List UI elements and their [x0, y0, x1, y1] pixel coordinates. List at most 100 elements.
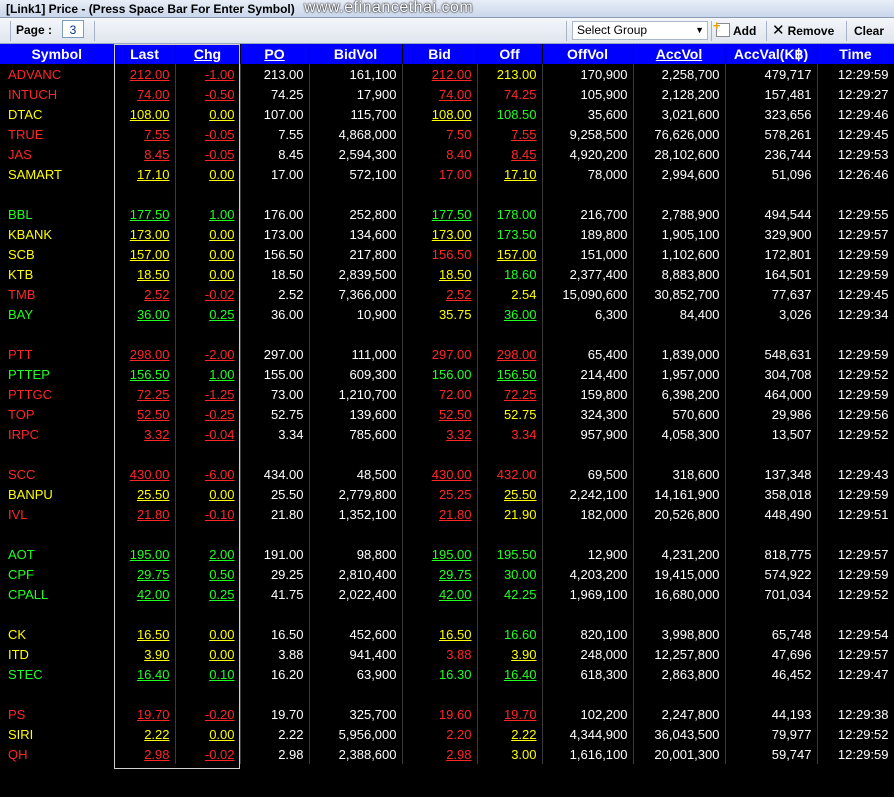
off-cell[interactable]: 2.22: [477, 724, 543, 744]
offvol-cell[interactable]: 618,300: [542, 664, 634, 684]
off-cell[interactable]: 42.25: [477, 584, 543, 604]
off-cell[interactable]: 18.60: [477, 264, 543, 284]
bid-cell[interactable]: 195.00: [402, 544, 478, 564]
accvol-cell[interactable]: 1,839,000: [633, 344, 726, 364]
table-row[interactable]: ITD 3.90 0.00 3.88 941,400 3.88 3.90 248,000 12,…: [0, 644, 894, 664]
accval-cell[interactable]: 818,775: [725, 544, 818, 564]
col-header-offvol[interactable]: OffVol: [542, 44, 634, 64]
empty-cell[interactable]: [725, 604, 818, 624]
symbol-cell[interactable]: BAY: [0, 304, 115, 324]
accval-cell[interactable]: 137,348: [725, 464, 818, 484]
accvol-cell[interactable]: 3,998,800: [633, 624, 726, 644]
symbol-cell[interactable]: PS: [0, 704, 115, 724]
table-row[interactable]: TRUE 7.55 -0.05 7.55 4,868,000 7.50 7.55 9,258,…: [0, 124, 894, 144]
symbol-cell[interactable]: IRPC: [0, 424, 115, 444]
table-row[interactable]: IVL 21.80 -0.10 21.80 1,352,100 21.80 21.90 182…: [0, 504, 894, 524]
symbol-cell[interactable]: BBL: [0, 204, 115, 224]
accvol-cell[interactable]: 2,128,200: [633, 84, 726, 104]
empty-cell[interactable]: [477, 324, 543, 344]
bidvol-cell[interactable]: 2,022,400: [309, 584, 403, 604]
bid-cell[interactable]: 2.98: [402, 744, 478, 764]
po-cell[interactable]: 3.88: [240, 644, 310, 664]
empty-cell[interactable]: [542, 524, 634, 544]
time-cell[interactable]: 12:29:59: [817, 564, 894, 584]
offvol-cell[interactable]: 248,000: [542, 644, 634, 664]
table-row[interactable]: BBL 177.50 1.00 176.00 252,800 177.50 178.00 21…: [0, 204, 894, 224]
bid-cell[interactable]: 8.40: [402, 144, 478, 164]
offvol-cell[interactable]: 1,969,100: [542, 584, 634, 604]
accval-cell[interactable]: 79,977: [725, 724, 818, 744]
last-cell[interactable]: 3.90: [114, 644, 176, 664]
off-cell[interactable]: 432.00: [477, 464, 543, 484]
table-row[interactable]: IRPC 3.32 -0.04 3.34 785,600 3.32 3.34 957,900 4…: [0, 424, 894, 444]
po-cell[interactable]: 25.50: [240, 484, 310, 504]
empty-cell[interactable]: [725, 684, 818, 704]
last-cell[interactable]: 36.00: [114, 304, 176, 324]
off-cell[interactable]: 3.34: [477, 424, 543, 444]
accvol-cell[interactable]: 1,957,000: [633, 364, 726, 384]
last-cell[interactable]: 430.00: [114, 464, 176, 484]
bidvol-cell[interactable]: 572,100: [309, 164, 403, 184]
accval-cell[interactable]: 494,544: [725, 204, 818, 224]
offvol-cell[interactable]: 78,000: [542, 164, 634, 184]
bid-cell[interactable]: 156.00: [402, 364, 478, 384]
empty-cell[interactable]: [114, 604, 176, 624]
last-cell[interactable]: 74.00: [114, 84, 176, 104]
empty-cell[interactable]: [114, 444, 176, 464]
col-header-symbol[interactable]: Symbol: [0, 44, 115, 64]
table-row[interactable]: PTTGC 72.25 -1.25 73.00 1,210,700 72.00 72.25 1…: [0, 384, 894, 404]
offvol-cell[interactable]: 105,900: [542, 84, 634, 104]
accval-cell[interactable]: 44,193: [725, 704, 818, 724]
bid-cell[interactable]: 74.00: [402, 84, 478, 104]
accvol-cell[interactable]: 6,398,200: [633, 384, 726, 404]
chg-cell[interactable]: -0.50: [175, 84, 241, 104]
empty-cell[interactable]: [633, 524, 726, 544]
chg-cell[interactable]: 0.00: [175, 164, 241, 184]
table-row[interactable]: SIRI 2.22 0.00 2.22 5,956,000 2.20 2.22 4,344,9…: [0, 724, 894, 744]
symbol-cell[interactable]: AOT: [0, 544, 115, 564]
empty-cell[interactable]: [633, 604, 726, 624]
po-cell[interactable]: 434.00: [240, 464, 310, 484]
empty-cell[interactable]: [633, 324, 726, 344]
po-cell[interactable]: 156.50: [240, 244, 310, 264]
offvol-cell[interactable]: 170,900: [542, 64, 634, 84]
bid-cell[interactable]: 108.00: [402, 104, 478, 124]
time-cell[interactable]: 12:26:46: [817, 164, 894, 184]
last-cell[interactable]: 156.50: [114, 364, 176, 384]
chg-cell[interactable]: 0.00: [175, 244, 241, 264]
po-cell[interactable]: 41.75: [240, 584, 310, 604]
offvol-cell[interactable]: 214,400: [542, 364, 634, 384]
col-header-po[interactable]: PO: [240, 44, 310, 64]
offvol-cell[interactable]: 4,203,200: [542, 564, 634, 584]
bid-cell[interactable]: 52.50: [402, 404, 478, 424]
bidvol-cell[interactable]: 98,800: [309, 544, 403, 564]
offvol-cell[interactable]: 182,000: [542, 504, 634, 524]
bid-cell[interactable]: 25.25: [402, 484, 478, 504]
bidvol-cell[interactable]: 1,352,100: [309, 504, 403, 524]
accvol-cell[interactable]: 1,905,100: [633, 224, 726, 244]
empty-cell[interactable]: [817, 444, 894, 464]
time-cell[interactable]: 12:29:45: [817, 124, 894, 144]
symbol-cell[interactable]: TOP: [0, 404, 115, 424]
bid-cell[interactable]: 177.50: [402, 204, 478, 224]
po-cell[interactable]: 2.22: [240, 724, 310, 744]
symbol-cell[interactable]: DTAC: [0, 104, 115, 124]
accvol-cell[interactable]: 570,600: [633, 404, 726, 424]
po-cell[interactable]: 3.34: [240, 424, 310, 444]
chg-cell[interactable]: 0.25: [175, 584, 241, 604]
po-cell[interactable]: 2.98: [240, 744, 310, 764]
off-cell[interactable]: 195.50: [477, 544, 543, 564]
off-cell[interactable]: 298.00: [477, 344, 543, 364]
last-cell[interactable]: 2.52: [114, 284, 176, 304]
page-number-input[interactable]: 3: [62, 20, 84, 38]
empty-cell[interactable]: [817, 324, 894, 344]
accval-cell[interactable]: 29,986: [725, 404, 818, 424]
off-cell[interactable]: 157.00: [477, 244, 543, 264]
accvol-cell[interactable]: 2,994,600: [633, 164, 726, 184]
off-cell[interactable]: 16.40: [477, 664, 543, 684]
col-header-bid[interactable]: Bid: [402, 44, 478, 64]
table-row[interactable]: PTT 298.00 -2.00 297.00 111,000 297.00 298.00 6…: [0, 344, 894, 364]
last-cell[interactable]: 195.00: [114, 544, 176, 564]
bid-cell[interactable]: 17.00: [402, 164, 478, 184]
accval-cell[interactable]: 77,637: [725, 284, 818, 304]
